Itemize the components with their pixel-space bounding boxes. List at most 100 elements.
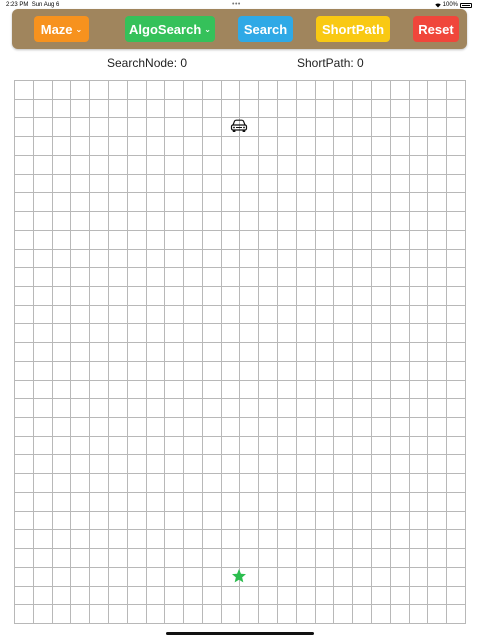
grid-cell[interactable] (296, 605, 316, 624)
grid-cell[interactable] (202, 530, 222, 550)
grid-cell[interactable] (296, 249, 316, 269)
grid-cell[interactable] (409, 118, 429, 138)
grid-cell[interactable] (221, 286, 241, 306)
grid-cell[interactable] (15, 530, 34, 550)
grid-cell[interactable] (146, 418, 166, 437)
grid-cell[interactable] (15, 418, 34, 437)
grid-cell[interactable] (353, 455, 373, 475)
grid-cell[interactable] (90, 99, 109, 119)
grid-cell[interactable] (202, 230, 222, 250)
grid-cell[interactable] (52, 455, 72, 475)
grid-cell[interactable] (259, 286, 279, 306)
grid-cell[interactable] (240, 474, 260, 493)
grid-cell[interactable] (15, 586, 34, 606)
grid-cell[interactable] (259, 193, 279, 213)
grid-cell[interactable] (353, 174, 373, 194)
grid-cell[interactable] (315, 474, 335, 493)
grid-cell[interactable] (165, 399, 185, 419)
grid-cell[interactable] (409, 155, 429, 175)
grid-cell[interactable] (202, 436, 222, 456)
grid-cell[interactable] (71, 81, 91, 100)
grid-cell[interactable] (390, 474, 410, 493)
grid-cell[interactable] (296, 474, 316, 493)
grid-cell[interactable] (221, 305, 241, 325)
grid-cell[interactable] (108, 586, 128, 606)
grid-cell[interactable] (278, 118, 297, 138)
grid-cell[interactable] (52, 361, 72, 381)
grid-cell[interactable] (184, 81, 203, 100)
grid-cell[interactable] (296, 193, 316, 213)
grid-cell[interactable] (447, 268, 466, 287)
grid-cell[interactable] (108, 511, 128, 531)
grid-cell[interactable] (390, 399, 410, 419)
grid-cell[interactable] (315, 118, 335, 138)
grid-cell[interactable] (390, 343, 410, 362)
grid-cell[interactable] (278, 474, 297, 493)
grid-cell[interactable] (108, 268, 128, 287)
grid-cell[interactable] (334, 249, 354, 269)
grid-cell[interactable] (315, 343, 335, 362)
grid-cell[interactable] (372, 81, 391, 100)
grid-cell[interactable] (184, 418, 203, 437)
grid-cell[interactable] (259, 174, 279, 194)
grid-cell[interactable] (33, 249, 53, 269)
grid-cell[interactable] (428, 380, 448, 400)
grid-cell[interactable] (447, 118, 466, 138)
grid-cell[interactable] (447, 418, 466, 437)
grid-cell[interactable] (447, 567, 466, 587)
grid-cell[interactable] (127, 511, 147, 531)
grid-cell[interactable] (146, 212, 166, 231)
grid-cell[interactable] (127, 305, 147, 325)
grid-cell[interactable] (278, 586, 297, 606)
grid-cell[interactable] (240, 399, 260, 419)
grid-cell[interactable] (428, 605, 448, 624)
grid-cell[interactable] (52, 174, 72, 194)
grid-cell[interactable] (372, 137, 391, 156)
grid-cell[interactable] (127, 137, 147, 156)
grid-cell[interactable] (259, 305, 279, 325)
grid-cell[interactable] (165, 81, 185, 100)
grid-cell[interactable] (409, 230, 429, 250)
grid-cell[interactable] (146, 380, 166, 400)
grid-cell[interactable] (409, 212, 429, 231)
grid-cell[interactable] (334, 324, 354, 344)
grid-cell[interactable] (353, 418, 373, 437)
grid-cell[interactable] (108, 118, 128, 138)
algo-search-dropdown-button[interactable]: AlgoSearch ⌄ (125, 16, 215, 42)
grid-cell[interactable] (315, 212, 335, 231)
grid-cell[interactable] (390, 567, 410, 587)
grid-cell[interactable] (71, 511, 91, 531)
grid-cell[interactable] (33, 155, 53, 175)
grid-cell[interactable] (71, 99, 91, 119)
grid-cell[interactable] (33, 324, 53, 344)
grid-cell[interactable] (353, 567, 373, 587)
grid-cell[interactable] (240, 380, 260, 400)
grid-cell[interactable] (202, 99, 222, 119)
grid-cell[interactable] (90, 567, 109, 587)
grid-cell[interactable] (372, 530, 391, 550)
grid-cell[interactable] (372, 418, 391, 437)
grid-cell[interactable] (296, 361, 316, 381)
grid-cell[interactable] (296, 305, 316, 325)
short-path-button[interactable]: ShortPath (316, 16, 390, 42)
grid-cell[interactable] (165, 343, 185, 362)
grid-cell[interactable] (409, 418, 429, 437)
grid-cell[interactable] (184, 399, 203, 419)
grid-cell[interactable] (428, 99, 448, 119)
grid-cell[interactable] (372, 586, 391, 606)
grid-cell[interactable] (259, 474, 279, 493)
grid-cell[interactable] (390, 286, 410, 306)
grid-cell[interactable] (296, 137, 316, 156)
grid-cell[interactable] (447, 549, 466, 568)
grid-cell[interactable] (184, 118, 203, 138)
grid-cell[interactable] (202, 305, 222, 325)
grid-cell[interactable] (278, 492, 297, 512)
grid-cell[interactable] (33, 268, 53, 287)
grid-cell[interactable] (240, 343, 260, 362)
grid-cell[interactable] (409, 549, 429, 568)
grid-cell[interactable] (353, 286, 373, 306)
grid-cell[interactable] (278, 268, 297, 287)
grid-cell[interactable] (447, 212, 466, 231)
grid-cell[interactable] (240, 418, 260, 437)
grid-cell[interactable] (202, 455, 222, 475)
